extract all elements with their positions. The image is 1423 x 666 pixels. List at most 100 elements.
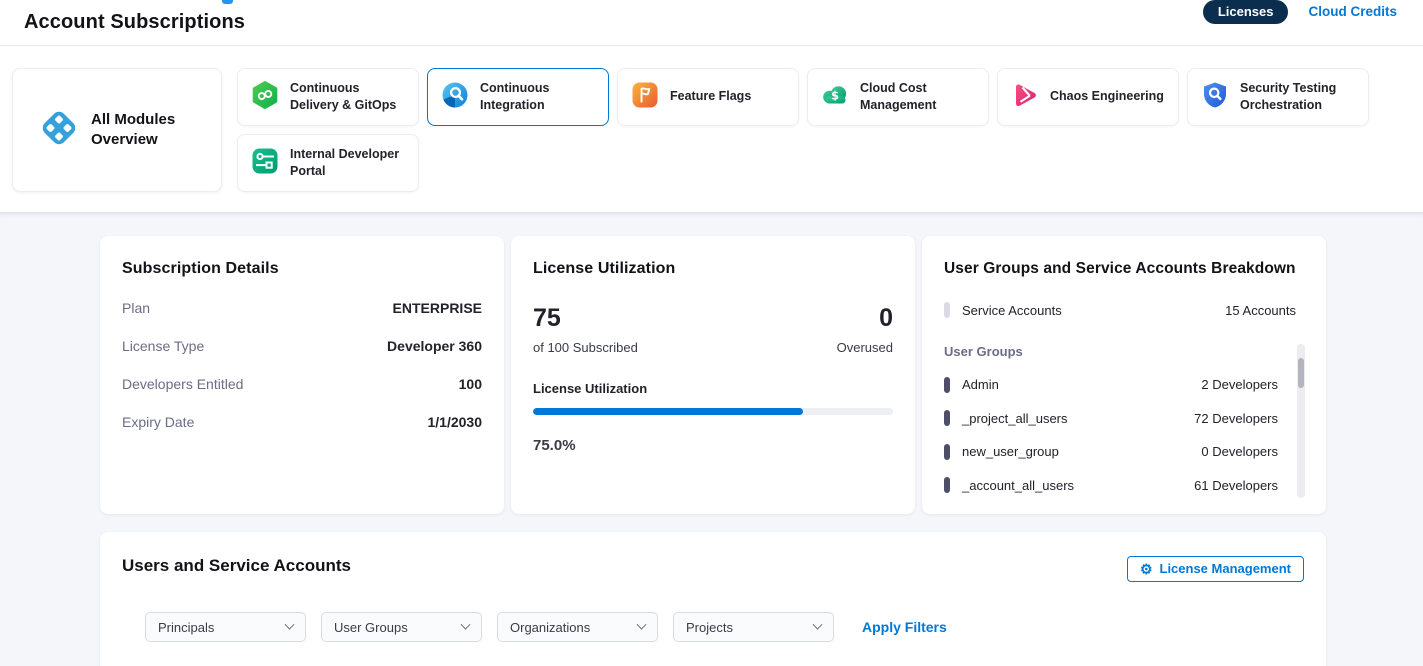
module-card-cd-gitops[interactable]: Continuous Delivery & GitOps [237,68,419,126]
gear-icon: ⚙ [1140,562,1153,576]
license-utilization-title: License Utilization [533,260,893,278]
row-value: ENTERPRISE [393,300,482,316]
dropdown-label: User Groups [334,620,408,635]
principals-dropdown[interactable]: Principals [145,612,306,642]
used-count: 75 [533,306,638,331]
user-group-row: new_user_group 0 Developers [944,444,1278,460]
subscription-details-title: Subscription Details [122,260,482,278]
module-card-internal-developer-portal[interactable]: Internal Developer Portal [237,134,419,192]
subscription-row-developers-entitled: Developers Entitled 100 [122,376,482,392]
group-name: _account_all_users [962,478,1194,493]
breakdown-scrollbar[interactable] [1297,344,1305,498]
overused-count: 0 [837,306,893,331]
group-marker-icon [944,377,950,393]
module-card-security-testing[interactable]: Security Testing Orchestration [1187,68,1369,126]
group-value: 2 Developers [1201,377,1278,392]
row-value: Developer 360 [387,338,482,354]
chevron-down-icon [637,619,647,629]
svg-text:$: $ [831,88,839,102]
utilization-bar-fill [533,408,803,415]
user-groups-list: Admin 2 Developers _project_all_users 72… [944,377,1304,494]
group-marker-icon [944,410,950,426]
security-testing-icon [1200,80,1230,115]
breakdown-title: User Groups and Service Accounts Breakdo… [944,260,1304,278]
utilization-bar-track [533,408,893,415]
summary-cards-row: Subscription Details Plan ENTERPRISE Lic… [100,236,1326,514]
user-groups-dropdown[interactable]: User Groups [321,612,482,642]
page-header: Account Subscriptions Licenses Cloud Cre… [0,0,1423,46]
organizations-dropdown[interactable]: Organizations [497,612,658,642]
module-card-feature-flags[interactable]: Feature Flags [617,68,799,126]
header-tabs: Licenses Cloud Credits [1203,0,1397,46]
feature-flags-icon [630,80,660,115]
cloud-cost-icon: $ [820,80,850,115]
used-caption: of 100 Subscribed [533,340,638,355]
breakdown-card: User Groups and Service Accounts Breakdo… [922,236,1326,514]
row-label: Expiry Date [122,414,194,430]
cd-gitops-icon [250,80,280,115]
licenses-tab[interactable]: Licenses [1203,0,1289,24]
module-label: Continuous Integration [480,80,600,115]
all-modules-icon [37,106,81,155]
all-modules-label: All Modules Overview [91,110,187,151]
module-label: Cloud Cost Management [860,80,980,115]
utilization-percent: 75.0% [533,437,893,454]
group-name: new_user_group [962,444,1201,459]
module-label: Continuous Delivery & GitOps [290,80,410,115]
group-name: Admin [962,377,1201,392]
page-title: Account Subscriptions [24,11,245,34]
used-stat: 75 of 100 Subscribed [533,306,638,355]
row-value: 1/1/2030 [428,414,483,430]
service-accounts-label: Service Accounts [962,303,1225,318]
cloud-credits-tab[interactable]: Cloud Credits [1308,4,1397,19]
group-value: 72 Developers [1194,411,1278,426]
all-modules-overview-card[interactable]: All Modules Overview [12,68,222,192]
dropdown-label: Projects [686,620,733,635]
projects-dropdown[interactable]: Projects [673,612,834,642]
service-accounts-value: 15 Accounts [1225,303,1296,318]
license-management-button[interactable]: ⚙ License Management [1127,556,1304,582]
module-card-continuous-integration[interactable]: Continuous Integration [427,68,609,126]
breakdown-scrollbar-thumb[interactable] [1298,358,1304,388]
group-value: 61 Developers [1194,478,1278,493]
row-label: License Type [122,338,204,354]
module-label: Feature Flags [670,88,751,106]
overused-caption: Overused [837,340,893,355]
internal-developer-portal-icon [250,146,280,181]
group-value: 0 Developers [1201,444,1278,459]
row-label: Developers Entitled [122,376,243,392]
users-section-card: Users and Service Accounts ⚙ License Man… [100,532,1326,666]
apply-filters-link[interactable]: Apply Filters [862,619,947,635]
subscription-row-plan: Plan ENTERPRISE [122,300,482,316]
overused-stat: 0 Overused [837,306,893,355]
module-card-cloud-cost[interactable]: $ Cloud Cost Management [807,68,989,126]
filters-row: Principals User Groups Organizations Pro… [145,612,1304,642]
user-group-row: _project_all_users 72 Developers [944,410,1278,426]
user-group-row: _account_all_users 61 Developers [944,477,1278,493]
content-area: Subscription Details Plan ENTERPRISE Lic… [0,212,1423,666]
subscription-details-card: Subscription Details Plan ENTERPRISE Lic… [100,236,504,514]
module-label: Security Testing Orchestration [1240,80,1360,115]
modules-section: All Modules Overview Continuous Delivery… [0,46,1423,212]
license-management-label: License Management [1160,561,1292,576]
row-label: Plan [122,300,150,316]
continuous-integration-icon [440,80,470,115]
module-label: Internal Developer Portal [290,146,410,181]
dropdown-label: Organizations [510,620,590,635]
license-utilization-card: License Utilization 75 of 100 Subscribed… [511,236,915,514]
chevron-down-icon [461,619,471,629]
module-card-chaos-engineering[interactable]: Chaos Engineering [997,68,1179,126]
dropdown-label: Principals [158,620,214,635]
group-marker-icon [944,477,950,493]
group-marker-icon [944,444,950,460]
subscription-row-license-type: License Type Developer 360 [122,338,482,354]
users-section-title: Users and Service Accounts [122,556,351,576]
subscription-row-expiry-date: Expiry Date 1/1/2030 [122,414,482,430]
modules-grid: Continuous Delivery & GitOps Continuous … [237,68,1411,192]
group-name: _project_all_users [962,411,1194,426]
chevron-down-icon [285,619,295,629]
module-label: Chaos Engineering [1050,88,1164,106]
user-groups-header: User Groups [944,344,1304,359]
row-value: 100 [459,376,482,392]
service-accounts-row: Service Accounts 15 Accounts [944,302,1304,318]
